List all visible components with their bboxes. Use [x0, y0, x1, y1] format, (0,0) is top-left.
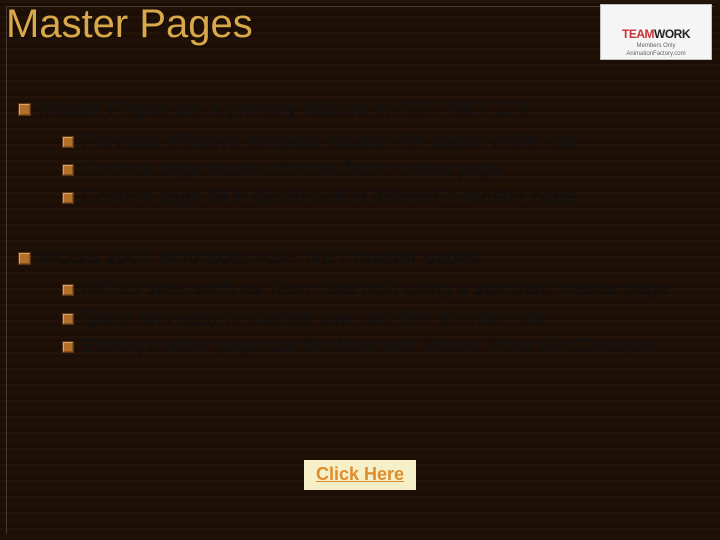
logo-wordmark: TEAMWORK	[622, 27, 690, 41]
sub-bullet-list: Provides effective template solution for…	[38, 128, 700, 211]
sub-bullet-list: MOSS sites such as Team Site built using…	[38, 276, 700, 359]
list-item: Provides effective template solution for…	[60, 128, 700, 154]
bullet-list: Master Pages are a primary feature in AS…	[14, 96, 700, 360]
list-item: Quick and easy to change look and feel o…	[60, 305, 700, 331]
list-item: Editing master page can be done with Sha…	[60, 333, 700, 359]
list-item-text: Master Pages are a primary feature in AS…	[38, 97, 529, 120]
list-item-text: Content page reuses chrome from master p…	[82, 158, 502, 180]
body-area: Master Pages are a primary feature in AS…	[14, 96, 700, 394]
list-item-text: Quick and easy to change look and feel o…	[82, 307, 547, 329]
list-item-text: Content page fill in placeholders define…	[82, 186, 576, 208]
list-item-text: MOSS 2007 embraces ASP. NET master pages	[38, 246, 481, 269]
link-container: Click Here	[0, 460, 720, 490]
teamwork-logo: TEAMWORK Members Only AnimationFactory.c…	[600, 4, 712, 60]
slide: Master Pages TEAMWORK Members Only Anima…	[0, 0, 720, 540]
slide-title: Master Pages	[6, 2, 253, 47]
logo-text-work: WORK	[654, 27, 690, 41]
list-item: Master Pages are a primary feature in AS…	[14, 96, 700, 211]
list-item: MOSS sites such as Team Site built using…	[60, 276, 700, 302]
logo-subtext-2: AnimationFactory.com	[626, 51, 685, 57]
list-item-text: Editing master page can be done with Sha…	[82, 335, 658, 357]
logo-subtext-1: Members Only	[636, 43, 675, 49]
list-item-text: Provides effective template solution for…	[82, 130, 579, 152]
list-item: Content page reuses chrome from master p…	[60, 156, 700, 182]
click-here-link[interactable]: Click Here	[304, 460, 416, 490]
list-item: Content page fill in placeholders define…	[60, 184, 700, 210]
list-item: MOSS 2007 embraces ASP. NET master pages…	[14, 245, 700, 360]
list-item-text: MOSS sites such as Team Site built using…	[82, 278, 669, 300]
logo-text-team: TEAM	[622, 27, 654, 41]
